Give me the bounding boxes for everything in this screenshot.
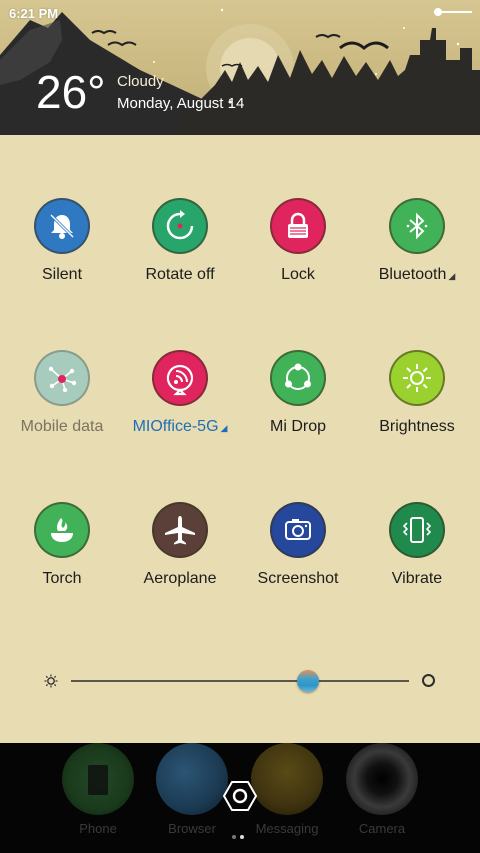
dropdown-triangle-icon: ◢ xyxy=(220,423,228,433)
screenshot-icon xyxy=(270,502,326,558)
brightness-slider-row xyxy=(0,665,480,697)
mi-drop-icon xyxy=(270,350,326,406)
tile-silent-label: Silent xyxy=(41,266,83,283)
dock-app-label: Camera xyxy=(358,821,406,836)
weather-condition: Cloudy xyxy=(117,73,164,90)
weather-temperature: 26° xyxy=(36,66,106,118)
weather-date: Monday, August 14 xyxy=(117,95,245,112)
tile-torch[interactable]: Torch xyxy=(3,502,121,588)
page-indicator xyxy=(232,826,248,844)
dock-app-label: Phone xyxy=(79,821,117,836)
tile-wifi[interactable]: MIOffice-5G ◢ xyxy=(121,350,239,436)
tile-bluetooth-text: Bluetooth xyxy=(378,266,447,283)
tile-wifi-label: MIOffice-5G ◢ xyxy=(121,418,239,436)
hexagon-icon xyxy=(222,781,258,811)
tile-lock[interactable]: Lock xyxy=(239,198,357,284)
status-bar-time: 6:21 PM xyxy=(9,6,59,21)
bell-muted-icon xyxy=(34,198,90,254)
dock-app-label: Browser xyxy=(168,821,216,836)
tile-brightness[interactable]: Brightness xyxy=(358,350,476,436)
mobile-data-icon xyxy=(34,350,90,406)
brightness-auto-icon[interactable] xyxy=(421,673,436,688)
tile-vibrate-label: Vibrate xyxy=(391,570,443,587)
tile-mi-drop[interactable]: Mi Drop xyxy=(239,350,357,436)
tile-mobile-data[interactable]: Mobile data xyxy=(3,350,121,436)
page-dot xyxy=(232,835,236,839)
tile-torch-label: Torch xyxy=(42,570,82,587)
wifi-icon xyxy=(152,350,208,406)
home-dock: Phone Browser Messaging Camera xyxy=(0,743,480,853)
tile-mobile-data-label: Mobile data xyxy=(20,418,104,435)
brightness-slider-track[interactable] xyxy=(71,680,409,682)
tile-rotate[interactable]: Rotate off xyxy=(121,198,239,284)
tile-mi-drop-label: Mi Drop xyxy=(269,418,326,435)
notification-header: 6:21 PM 26° Cloudy Monday, August 14 xyxy=(0,0,480,135)
tile-bluetooth-label: Bluetooth ◢ xyxy=(358,266,476,284)
tile-aeroplane[interactable]: Aeroplane xyxy=(121,502,239,588)
aeroplane-icon xyxy=(152,502,208,558)
lock-icon xyxy=(270,198,326,254)
dock-app-camera[interactable]: Camera xyxy=(337,743,427,836)
vibrate-icon xyxy=(389,502,445,558)
dock-app-phone[interactable]: Phone xyxy=(53,743,143,836)
tile-aeroplane-label: Aeroplane xyxy=(143,570,217,587)
status-bar-pull-handle[interactable] xyxy=(434,8,472,16)
home-settings-button[interactable] xyxy=(221,777,259,820)
camera-app-icon xyxy=(346,743,418,815)
tile-silent[interactable]: Silent xyxy=(3,198,121,284)
dropdown-triangle-icon: ◢ xyxy=(448,271,456,281)
tile-rotate-label: Rotate off xyxy=(145,266,215,283)
browser-app-icon xyxy=(156,743,228,815)
torch-icon xyxy=(34,502,90,558)
tile-wifi-text: MIOffice-5G xyxy=(132,418,219,435)
messaging-app-icon xyxy=(251,743,323,815)
tile-brightness-label: Brightness xyxy=(379,418,455,435)
tile-vibrate[interactable]: Vibrate xyxy=(358,502,476,588)
rotate-icon xyxy=(152,198,208,254)
brightness-slider-thumb[interactable] xyxy=(296,670,319,692)
tile-bluetooth[interactable]: Bluetooth ◢ xyxy=(358,198,476,284)
bluetooth-icon xyxy=(389,198,445,254)
tile-lock-label: Lock xyxy=(281,266,315,283)
tile-screenshot[interactable]: Screenshot xyxy=(239,502,357,588)
page-dot-active xyxy=(240,835,244,839)
tile-screenshot-label: Screenshot xyxy=(257,570,339,587)
brightness-low-icon xyxy=(44,674,58,688)
brightness-icon xyxy=(389,350,445,406)
phone-app-icon xyxy=(62,743,134,815)
dock-app-label: Messaging xyxy=(255,821,319,836)
